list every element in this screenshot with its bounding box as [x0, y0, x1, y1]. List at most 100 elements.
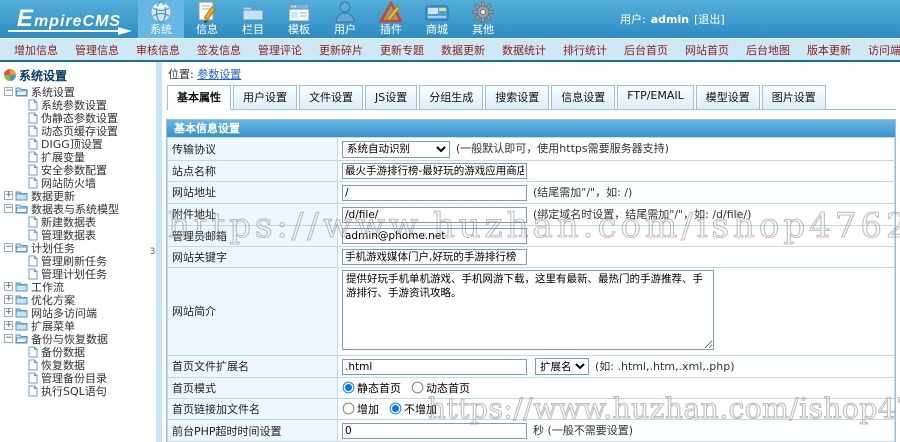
tree-item-11[interactable]: 管理数据表 [4, 228, 148, 241]
empirecms-logo: EmpireCMS [0, 0, 138, 38]
index-link-filename-radio-input-1[interactable] [390, 403, 402, 415]
folder-icon [241, 3, 265, 23]
admin-email-input[interactable] [342, 228, 527, 244]
breadcrumb-prefix: 位置: [168, 68, 194, 81]
tab-8[interactable]: 模型设置 [696, 85, 760, 109]
breadcrumb: 位置: 参数设置 [166, 66, 896, 83]
toolbar-item-13[interactable]: 版本更新 [807, 42, 851, 58]
index-link-filename-radio-input-0[interactable] [343, 403, 355, 415]
user-box: 用户: admin [退出] [620, 0, 725, 38]
index-ext-ext-select[interactable]: 扩展名 [535, 358, 589, 375]
toolbar-item-11[interactable]: 网站首页 [685, 42, 729, 58]
topnav-item-1[interactable]: 信息 [184, 0, 230, 38]
form-row-protocol: 传输协议系统自动识别(一般默认即可，使用https需要服务器支持) [168, 138, 895, 161]
tree-expander-icon[interactable]: − [4, 87, 13, 96]
protocol-select[interactable]: 系统自动识别 [342, 141, 450, 158]
site-description-textarea[interactable] [342, 270, 714, 350]
toolbar-item-0[interactable]: 增加信息 [14, 42, 58, 58]
toolbar-item-3[interactable]: 签发信息 [197, 42, 241, 58]
breadcrumb-link[interactable]: 参数设置 [197, 68, 241, 81]
topnav-item-3[interactable]: 模板 [276, 0, 322, 38]
plugin-tools-icon [379, 1, 403, 23]
splitter-bar[interactable] [155, 62, 162, 442]
attachment-url-input[interactable] [342, 207, 527, 223]
folder-open-icon [15, 333, 28, 344]
tree-item-7[interactable]: 网站防火墙 [4, 176, 148, 189]
topnav-item-4[interactable]: 用户 [322, 0, 368, 38]
toolbar-item-2[interactable]: 审核信息 [136, 42, 180, 58]
tree-expander-icon[interactable]: + [4, 321, 13, 330]
index-mode-radio-1[interactable]: 动态首页 [411, 382, 470, 395]
index-mode-radio-input-0[interactable] [343, 382, 355, 394]
topnav-item-6[interactable]: 商城 [414, 0, 460, 38]
page-icon [28, 216, 38, 228]
form-row-site-name: 站点名称 [168, 160, 895, 181]
tab-4[interactable]: 分组生成 [419, 85, 483, 109]
topnav-item-7[interactable]: 其他 [460, 0, 506, 38]
folder-open-icon [15, 203, 28, 214]
toolbar-item-6[interactable]: 更新专题 [380, 42, 424, 58]
form-row-site-keywords: 网站关键字 [168, 246, 895, 267]
tab-2[interactable]: 文件设置 [299, 85, 363, 109]
field-value-site-name [338, 160, 895, 181]
tab-6[interactable]: 信息设置 [551, 85, 615, 109]
tab-1[interactable]: 用户设置 [233, 85, 297, 109]
topnav-item-5[interactable]: 插件 [368, 0, 414, 38]
index-mode-radio-0[interactable]: 静态首页 [342, 382, 401, 395]
tree-expander-icon[interactable]: − [4, 204, 13, 213]
username: admin [651, 13, 689, 26]
topnav-item-label: 插件 [380, 23, 402, 36]
tree-item-14[interactable]: 管理计划任务 [4, 267, 148, 280]
index-mode-radio-input-1[interactable] [412, 382, 424, 394]
site-url-input[interactable] [342, 185, 527, 201]
front-php-timeout-note: 秒 (一般不需要设置) [533, 424, 633, 437]
topnav-item-0[interactable]: 系统 [138, 0, 184, 38]
tab-7[interactable]: FTP/EMAIL [617, 85, 694, 109]
field-label-protocol: 传输协议 [168, 138, 338, 161]
toolbar-item-9[interactable]: 排行统计 [563, 42, 607, 58]
tree-item-17[interactable]: +网站多访问端 [4, 306, 148, 319]
front-php-timeout-input[interactable] [342, 423, 527, 439]
toolbar-item-12[interactable]: 后台地图 [746, 42, 790, 58]
tree-item-label: 执行SQL语句 [41, 383, 107, 399]
index-link-filename-radio-1[interactable]: 不增加 [389, 403, 437, 416]
tree-expander-icon[interactable]: + [4, 282, 13, 291]
toolbar-item-4[interactable]: 管理评论 [258, 42, 302, 58]
tab-9[interactable]: 图片设置 [762, 85, 826, 109]
tree-expander-icon[interactable]: − [4, 243, 13, 252]
folder-closed-icon [15, 307, 28, 318]
tree-expander-icon[interactable]: + [4, 191, 13, 200]
field-value-index-mode: 静态首页动态首页 [338, 378, 895, 399]
page-icon [28, 359, 38, 371]
page-icon [28, 346, 38, 358]
tab-0[interactable]: 基本属性 [167, 85, 231, 110]
topnav-item-label: 栏目 [242, 23, 264, 36]
tree-expander-icon[interactable]: − [4, 334, 13, 343]
toolbar-item-5[interactable]: 更新碎片 [319, 42, 363, 58]
site-keywords-input[interactable] [342, 249, 527, 265]
field-label-admin-email: 管理员邮箱 [168, 225, 338, 246]
mall-card-icon [425, 3, 449, 23]
site-name-input[interactable] [342, 163, 527, 179]
toolbar-item-7[interactable]: 数据更新 [441, 42, 485, 58]
globe-icon [149, 1, 173, 23]
top-nav: 系统信息栏目模板用户插件商城其他 [138, 0, 506, 38]
field-label-site-description: 网站简介 [168, 267, 338, 355]
page-icon [28, 372, 38, 384]
toolbar-items: 增加信息 管理信息 审核信息 签发信息 管理评论 更新碎片 更新专题 数据更新 数据统计 排行统计… [14, 42, 868, 58]
tab-3[interactable]: JS设置 [365, 85, 417, 109]
user-icon [335, 1, 355, 23]
pinwheel-icon [4, 69, 16, 81]
tree-expander-icon[interactable]: + [4, 308, 13, 317]
toolbar-item-10[interactable]: 后台首页 [624, 42, 668, 58]
tree-expander-icon[interactable]: + [4, 295, 13, 304]
toolbar-item-1[interactable]: 管理信息 [75, 42, 119, 58]
tree-item-23[interactable]: 执行SQL语句 [4, 384, 148, 397]
index-link-filename-radio-0[interactable]: 增加 [342, 403, 379, 416]
topnav-item-2[interactable]: 栏目 [230, 0, 276, 38]
logout-link[interactable]: [退出] [694, 11, 725, 27]
toolbar-item-8[interactable]: 数据统计 [502, 42, 546, 58]
tree-item-15[interactable]: +工作流 [4, 280, 148, 293]
tab-5[interactable]: 搜索设置 [485, 85, 549, 109]
index-ext-input[interactable] [342, 359, 527, 375]
